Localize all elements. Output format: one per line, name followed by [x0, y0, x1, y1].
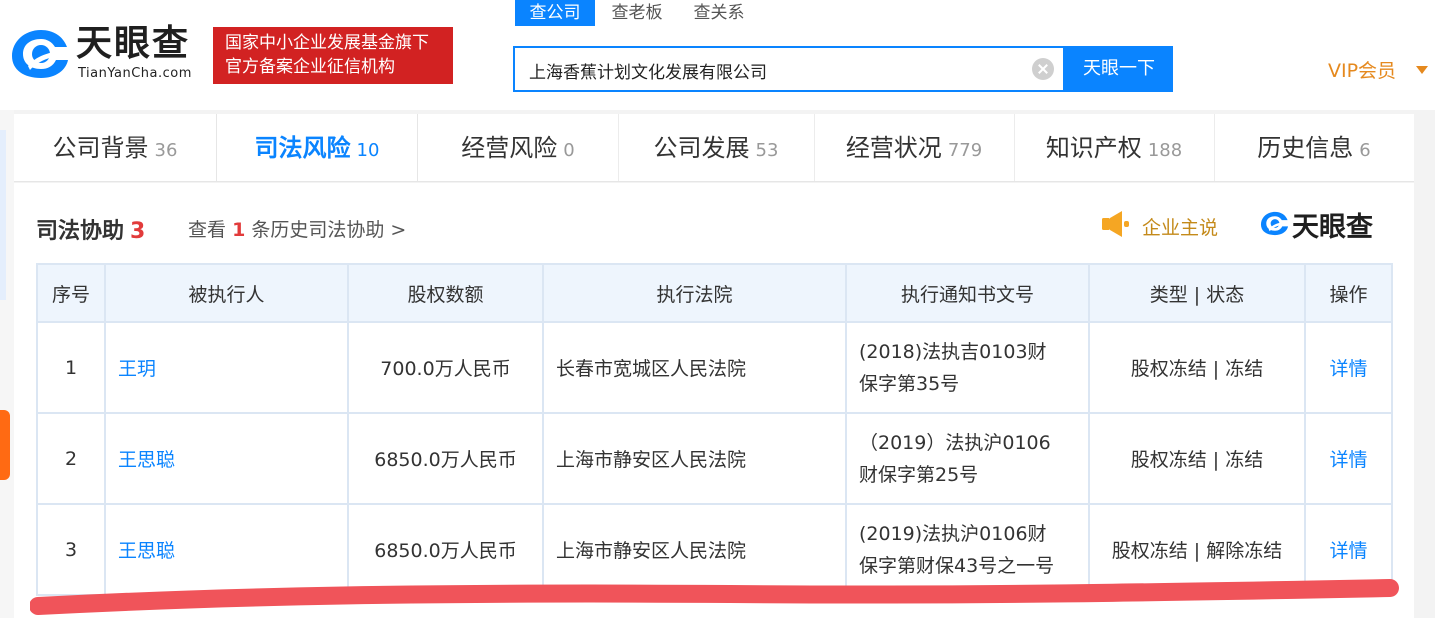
tab-count: 188 — [1147, 140, 1183, 161]
notice-doc-no: (2018)法执吉0103财 保字第35号 — [845, 321, 1090, 414]
history-prefix: 查看 — [188, 219, 227, 241]
tab-search-company[interactable]: 查公司 — [515, 0, 595, 26]
megaphone-icon[interactable] — [1100, 209, 1132, 239]
doc-line: 保字第35号 — [859, 372, 960, 395]
equity-amount: 6850.0万人民币 — [347, 412, 544, 505]
tab-count: 779 — [947, 140, 983, 161]
history-count: 1 — [232, 219, 246, 241]
tab-label: 经营状况 — [845, 134, 942, 162]
tab-company-background[interactable]: 公司背景 36 — [14, 114, 216, 181]
tab-business-status[interactable]: 经营状况 779 — [814, 114, 1014, 181]
tab-label: 知识产权 — [1045, 134, 1142, 162]
tab-judicial-risk[interactable]: 司法风险 10 — [216, 114, 418, 181]
search-input[interactable]: 上海香蕉计划文化发展有限公司 — [513, 46, 1065, 92]
row-no: 2 — [36, 412, 106, 505]
row-no: 1 — [36, 321, 106, 414]
tab-label: 公司背景 — [52, 134, 149, 162]
doc-line: (2019)法执沪0106财 — [859, 522, 1047, 545]
type-status: 股权冻结 | 冻结 — [1088, 321, 1306, 414]
tianyancha-logo[interactable]: 天眼查 TianYanCha.com — [10, 22, 200, 84]
left-blue-strip — [0, 130, 6, 300]
col-header-action: 操作 — [1304, 263, 1393, 323]
logo-domain: TianYanCha.com — [78, 66, 192, 81]
col-header-type-status: 类型 | 状态 — [1088, 263, 1306, 323]
doc-line: （2019）法执沪0106 — [859, 431, 1051, 454]
col-header-doc-no: 执行通知书文号 — [845, 263, 1090, 323]
history-suffix: 条历史司法协助 > — [251, 219, 407, 241]
col-header-amount: 股权数额 — [347, 263, 544, 323]
badge-line-2: 官方备案企业征信机构 — [225, 57, 395, 77]
table-header-row: 序号 被执行人 股权数额 执行法院 执行通知书文号 类型 | 状态 操作 — [36, 263, 1393, 323]
tab-business-risk[interactable]: 经营风险 0 — [418, 114, 618, 181]
judicial-assistance-table: 序号 被执行人 股权数额 执行法院 执行通知书文号 类型 | 状态 操作 1 王… — [36, 263, 1393, 596]
tab-label: 历史信息 — [1257, 134, 1354, 162]
col-header-no: 序号 — [36, 263, 106, 323]
section-title: 司法协助 3 — [36, 213, 145, 245]
badge-line-1: 国家中小企业发展基金旗下 — [225, 33, 429, 53]
notice-doc-no: （2019）法执沪0106 财保字第25号 — [845, 412, 1090, 505]
official-badge: 国家中小企业发展基金旗下 官方备案企业征信机构 — [213, 27, 453, 84]
table-row: 2 王思聪 6850.0万人民币 上海市静安区人民法院 （2019）法执沪010… — [36, 412, 1393, 505]
brand-eye-icon — [1260, 211, 1289, 236]
judicial-assistance-panel: 司法协助 3 查看 1 条历史司法协助 > 企业主说 天眼查 序号 被执行人 股… — [14, 183, 1414, 618]
tab-company-development[interactable]: 公司发展 53 — [618, 114, 814, 181]
tab-count: 0 — [563, 140, 575, 161]
search-button[interactable]: 天眼一下 — [1065, 46, 1173, 92]
tianyancha-brand-mark: 天眼查 — [1260, 205, 1388, 243]
annotation-underline — [30, 579, 1399, 615]
tab-label: 司法风险 — [254, 134, 351, 162]
doc-line: (2018)法执吉0103财 — [859, 340, 1047, 363]
tab-count: 10 — [356, 140, 380, 161]
clear-icon[interactable] — [1032, 58, 1054, 80]
tab-label: 公司发展 — [653, 134, 750, 162]
tab-count: 6 — [1359, 140, 1371, 161]
search-input-value[interactable]: 上海香蕉计划文化发展有限公司 — [529, 58, 767, 83]
logo-text: 天眼查 — [76, 23, 191, 64]
vip-member-link[interactable]: VIP会员 — [1328, 56, 1396, 83]
person-link[interactable]: 王玥 — [104, 321, 349, 414]
left-orange-tab — [0, 410, 10, 480]
col-header-person: 被执行人 — [104, 263, 349, 323]
left-decoration — [0, 110, 14, 618]
company-section-nav: 公司背景 36 司法风险 10 经营风险 0 公司发展 53 经营状况 779 知识产权 1… — [14, 114, 1414, 182]
brand-text: 天眼查 — [1292, 212, 1373, 243]
equity-amount: 700.0万人民币 — [347, 321, 544, 414]
col-header-court: 执行法院 — [542, 263, 847, 323]
tab-label: 经营风险 — [461, 134, 558, 162]
section-title-text: 司法协助 — [36, 219, 125, 244]
court-name: 长春市宽城区人民法院 — [542, 321, 847, 414]
tab-search-relation[interactable]: 查关系 — [680, 0, 758, 26]
doc-line: 保字第财保43号之一号 — [859, 554, 1055, 577]
history-judicial-link[interactable]: 查看 1 条历史司法协助 > — [188, 215, 406, 242]
court-name: 上海市静安区人民法院 — [542, 412, 847, 505]
details-link[interactable]: 详情 — [1304, 321, 1393, 414]
tab-intellectual-property[interactable]: 知识产权 188 — [1014, 114, 1214, 181]
doc-line: 财保字第25号 — [859, 463, 979, 486]
company-says-link[interactable]: 企业主说 — [1142, 213, 1218, 240]
person-link[interactable]: 王思聪 — [104, 412, 349, 505]
section-count: 3 — [130, 219, 146, 244]
top-header: 天眼查 TianYanCha.com 国家中小企业发展基金旗下 官方备案企业征信… — [0, 0, 1435, 110]
tab-search-boss[interactable]: 查老板 — [598, 0, 676, 26]
logo-eye-icon — [12, 30, 68, 78]
tab-count: 53 — [755, 140, 779, 161]
details-link[interactable]: 详情 — [1304, 412, 1393, 505]
caret-down-icon[interactable] — [1416, 66, 1428, 74]
tab-history-info[interactable]: 历史信息 6 — [1214, 114, 1414, 181]
type-status: 股权冻结 | 冻结 — [1088, 412, 1306, 505]
tab-count: 36 — [154, 140, 178, 161]
table-row: 1 王玥 700.0万人民币 长春市宽城区人民法院 (2018)法执吉0103财… — [36, 321, 1393, 414]
